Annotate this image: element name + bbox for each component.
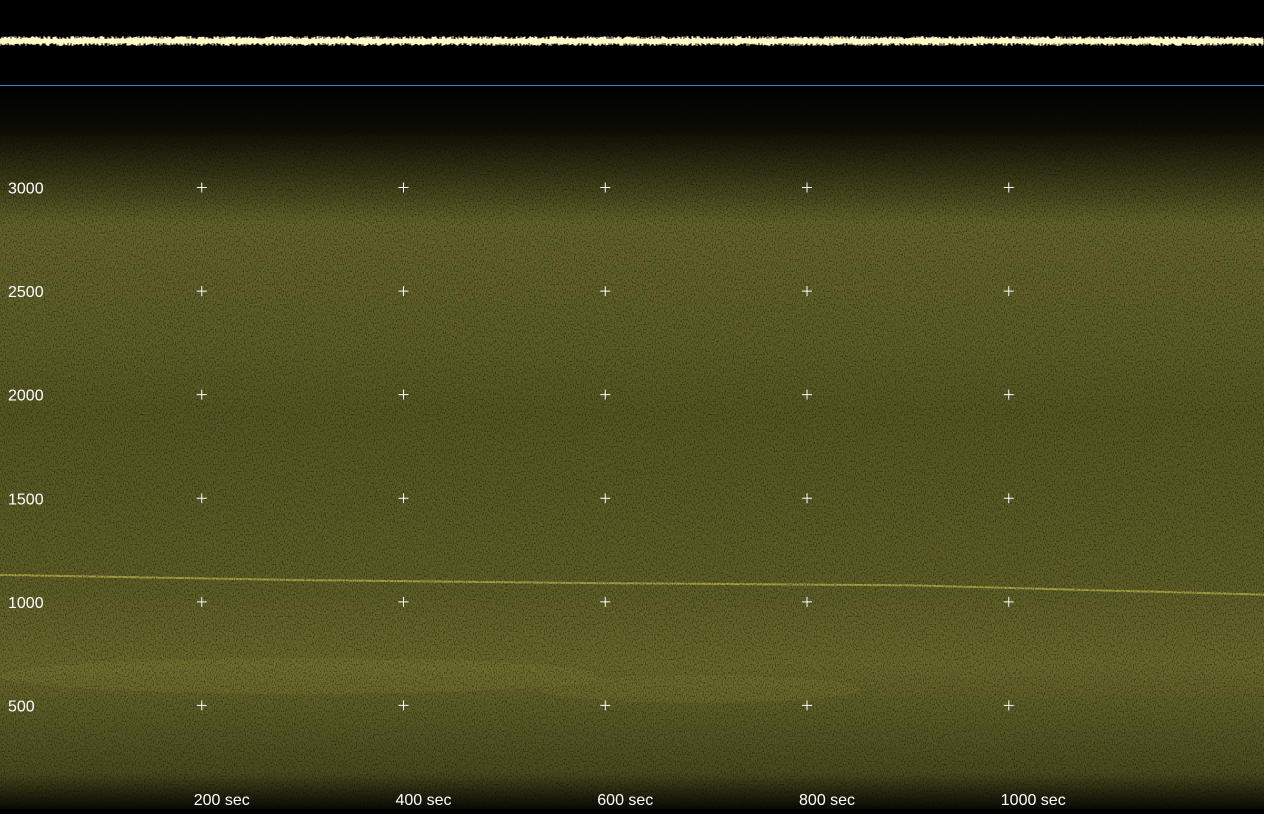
x-tick-label: 800 sec: [799, 792, 855, 809]
x-tick-label: 400 sec: [396, 792, 452, 809]
y-tick-label: 2000: [8, 388, 44, 405]
x-tick-label: 1000 sec: [1001, 792, 1066, 809]
waveform-trace: [0, 36, 1264, 46]
y-tick-label: 1000: [8, 595, 44, 612]
y-tick-label: 3000: [8, 181, 44, 198]
y-tick-label: 2500: [8, 284, 44, 301]
waveform: [0, 36, 1264, 46]
y-tick-label: 500: [8, 698, 35, 715]
x-tick-label: 200 sec: [194, 792, 250, 809]
y-tick-label: 1500: [8, 491, 44, 508]
spectrogram: 3000 2500 2000 1500 1000 500 200 sec 400 sec 600…: [0, 86, 1264, 809]
waveform-panel: [0, 0, 1264, 85]
x-tick-label: 600 sec: [597, 792, 653, 809]
spectrogram-noise: [0, 86, 1264, 809]
